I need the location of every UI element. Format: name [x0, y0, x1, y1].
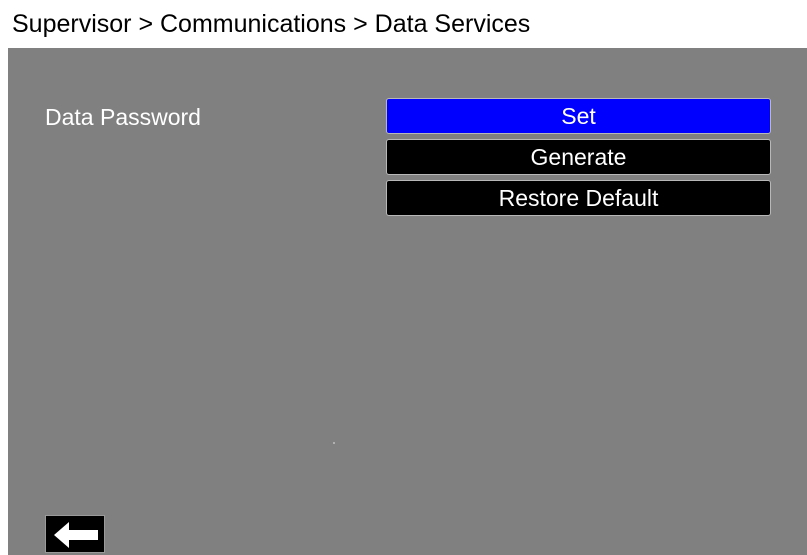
- screen-dot: [333, 442, 335, 444]
- back-button[interactable]: [45, 515, 105, 553]
- data-services-screen: Supervisor > Communications > Data Servi…: [0, 0, 807, 555]
- settings-panel: Data Password Set Generate Restore Defau…: [8, 48, 807, 555]
- data-password-label: Data Password: [45, 104, 201, 130]
- set-button[interactable]: Set: [386, 98, 771, 134]
- restore-default-button[interactable]: Restore Default: [386, 180, 771, 216]
- arrow-left-icon: [54, 522, 98, 548]
- generate-button[interactable]: Generate: [386, 139, 771, 175]
- breadcrumb: Supervisor > Communications > Data Servi…: [0, 0, 807, 48]
